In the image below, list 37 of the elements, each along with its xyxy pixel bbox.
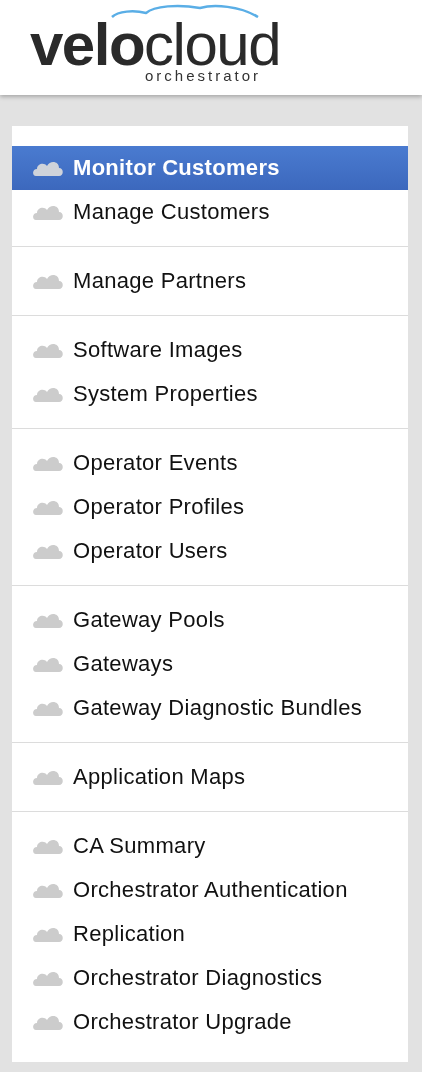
- menu-item[interactable]: Orchestrator Upgrade: [12, 1000, 408, 1044]
- menu-item[interactable]: CA Summary: [12, 824, 408, 868]
- menu-item[interactable]: Gateways: [12, 642, 408, 686]
- cloud-icon: [32, 204, 64, 220]
- logo-subtitle: orchestrator: [145, 68, 262, 83]
- cloud-icon: [32, 386, 64, 402]
- cloud-icon: [32, 160, 64, 176]
- menu-item[interactable]: Gateway Diagnostic Bundles: [12, 686, 408, 730]
- menu-item[interactable]: Gateway Pools: [12, 598, 408, 642]
- cloud-icon: [32, 612, 64, 628]
- cloud-icon: [32, 656, 64, 672]
- cloud-icon: [32, 342, 64, 358]
- menu-item[interactable]: Orchestrator Authentication: [12, 868, 408, 912]
- menu-item[interactable]: Operator Profiles: [12, 485, 408, 529]
- cloud-icon: [32, 1014, 64, 1030]
- menu-item[interactable]: Monitor Customers: [12, 146, 408, 190]
- cloud-icon: [32, 273, 64, 289]
- menu-item[interactable]: System Properties: [12, 372, 408, 416]
- menu-item[interactable]: Manage Partners: [12, 259, 408, 303]
- menu-item[interactable]: Application Maps: [12, 755, 408, 799]
- menu-item[interactable]: Operator Events: [12, 441, 408, 485]
- menu-item[interactable]: Software Images: [12, 328, 408, 372]
- cloud-icon: [32, 926, 64, 942]
- cloud-icon: [32, 882, 64, 898]
- cloud-icon: [32, 769, 64, 785]
- cloud-arc-icon: [110, 4, 260, 18]
- cloud-icon: [32, 499, 64, 515]
- cloud-icon: [32, 543, 64, 559]
- cloud-icon: [32, 838, 64, 854]
- cloud-icon: [32, 455, 64, 471]
- menu-item[interactable]: Orchestrator Diagnostics: [12, 956, 408, 1000]
- menu-item[interactable]: Manage Customers: [12, 190, 408, 234]
- menu-item[interactable]: Operator Users: [12, 529, 408, 573]
- logo-wordmark: velocloud: [30, 19, 280, 70]
- cloud-icon: [32, 700, 64, 716]
- cloud-icon: [32, 970, 64, 986]
- menu-item[interactable]: Replication: [12, 912, 408, 956]
